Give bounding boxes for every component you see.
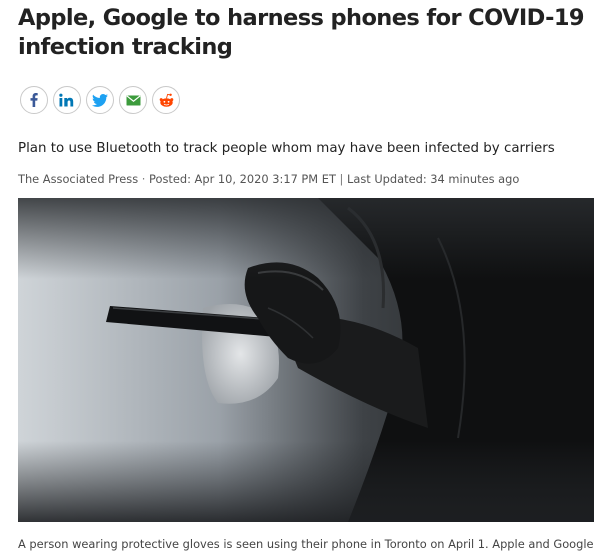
share-bar (20, 86, 180, 114)
share-reddit-button[interactable] (152, 86, 180, 114)
article-byline: The Associated Press · Posted: Apr 10, 2… (18, 172, 520, 186)
photo-caption: A person wearing protective gloves is se… (18, 537, 594, 551)
linkedin-icon (59, 93, 75, 107)
headline-line-2: infection tracking (18, 34, 233, 60)
share-twitter-button[interactable] (86, 86, 114, 114)
article-photo (18, 198, 594, 522)
email-icon (125, 94, 141, 106)
facebook-icon (27, 93, 41, 107)
twitter-icon (92, 93, 108, 107)
byline-updated: Last Updated: 34 minutes ago (347, 172, 520, 186)
article-headline: Apple, Google to harness phones for COVI… (18, 4, 588, 62)
share-facebook-button[interactable] (20, 86, 48, 114)
reddit-icon (158, 93, 175, 108)
headline-line-1: Apple, Google to harness phones for COVI… (18, 5, 585, 31)
share-linkedin-button[interactable] (53, 86, 81, 114)
article-dek: Plan to use Bluetooth to track people wh… (18, 141, 555, 156)
byline-author: The Associated Press (18, 172, 139, 186)
share-email-button[interactable] (119, 86, 147, 114)
byline-posted: Posted: Apr 10, 2020 3:17 PM ET (149, 172, 336, 186)
